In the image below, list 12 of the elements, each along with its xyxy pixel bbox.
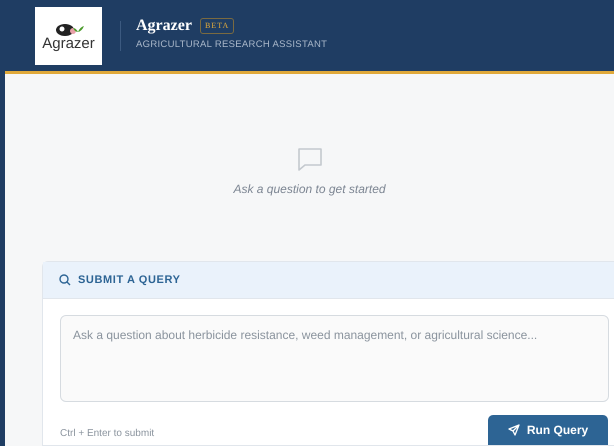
run-query-button[interactable]: Run Query — [488, 415, 608, 445]
app-title: Agrazer — [136, 18, 192, 34]
logo-text: Agrazer — [42, 36, 95, 51]
shortcut-hint: Ctrl + Enter to submit — [60, 427, 154, 441]
query-input[interactable]: Ask a question about herbicide resistance, weed management, or agricultural science... — [60, 315, 609, 402]
app-subtitle: AGRICULTURAL RESEARCH ASSISTANT — [136, 38, 328, 52]
chat-bubble-icon — [296, 147, 322, 172]
card-heading: SUBMIT A QUERY — [78, 272, 181, 288]
beta-badge: BETA — [200, 18, 234, 34]
search-icon — [59, 274, 71, 286]
send-icon — [508, 424, 520, 436]
empty-state-message: Ask a question to get started — [233, 181, 386, 198]
